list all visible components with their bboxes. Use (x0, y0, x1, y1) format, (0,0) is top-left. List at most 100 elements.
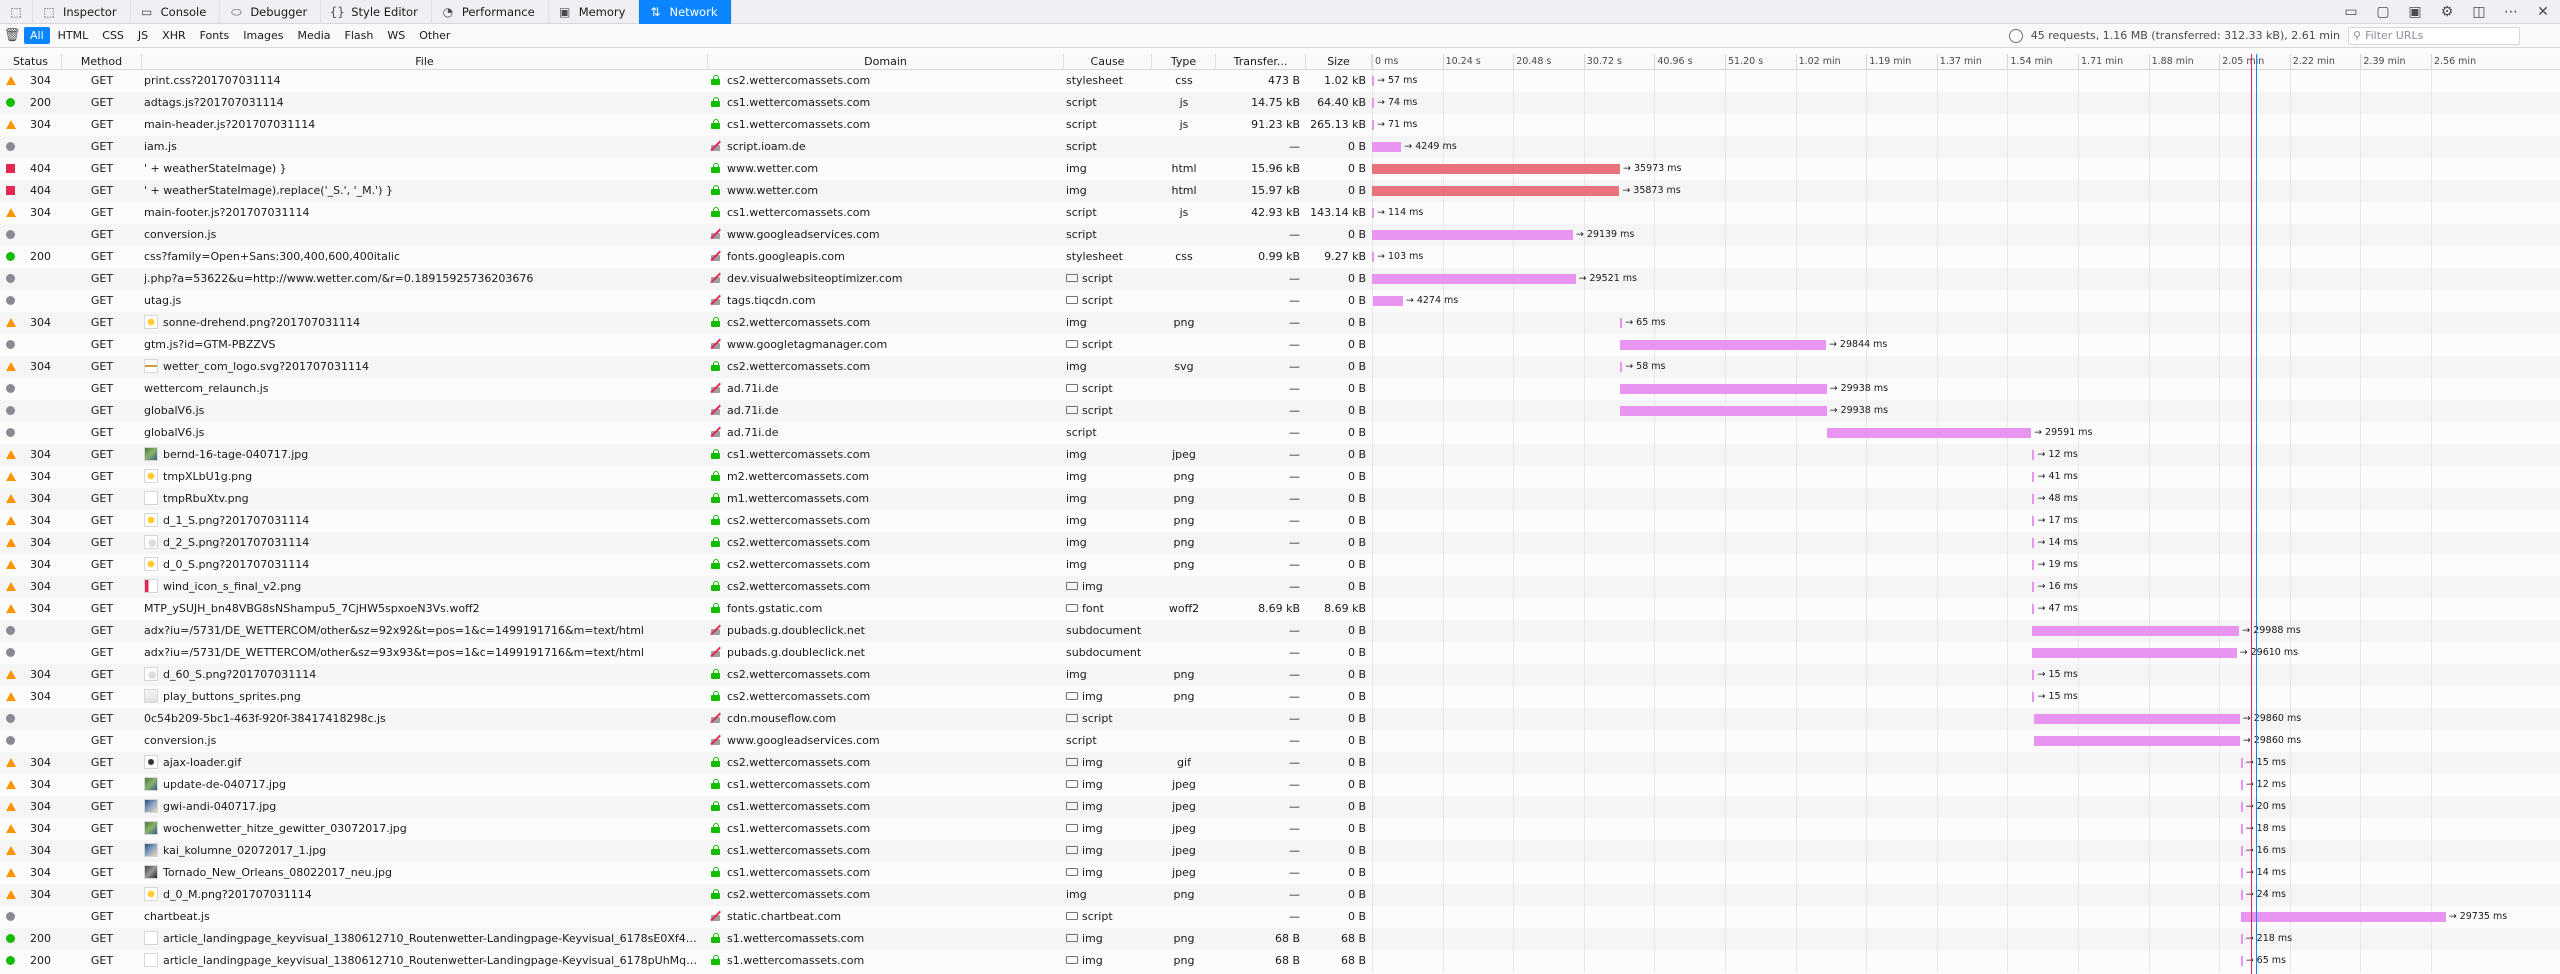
request-row[interactable]: GET gtm.js?id=GTM-PBZZVS www.googletagmana… (0, 334, 2560, 356)
tab-memory[interactable]: ▣ Memory (549, 0, 640, 24)
request-row[interactable]: GET adx?iu=/5731/DE_WETTERCOM/other&sz=93… (0, 642, 2560, 664)
waterfall-bar[interactable] (2032, 626, 2240, 636)
tab-network[interactable]: ⇅ Network (639, 0, 732, 24)
waterfall-bar[interactable] (2240, 780, 2243, 790)
filter-type-flash[interactable]: Flash (339, 27, 380, 44)
waterfall-bar[interactable] (2032, 670, 2035, 680)
request-row[interactable]: 304 GET print.css?201707031114 cs2.wetterco… (0, 70, 2560, 92)
filter-type-all[interactable]: All (24, 27, 50, 44)
clear-trash-icon[interactable]: 🗑 (0, 28, 24, 43)
waterfall-bar[interactable] (2032, 604, 2035, 614)
waterfall-bar[interactable] (1372, 164, 1621, 174)
more-options-icon[interactable]: ⋯ (2502, 4, 2520, 20)
filter-urls-input[interactable] (2365, 29, 2506, 42)
waterfall-bar[interactable] (2240, 758, 2243, 768)
col-size-header[interactable]: Size (1306, 54, 1372, 70)
request-row[interactable]: GET conversion.js www.googleadservices.com… (0, 224, 2560, 246)
waterfall-bar[interactable] (2240, 912, 2446, 922)
request-row[interactable]: GET 0c54b209-5bc1-463f-920f-38417418298c.… (0, 708, 2560, 730)
tab-style-editor[interactable]: {} Style Editor (321, 0, 432, 24)
request-row[interactable]: GET conversion.js www.googleadservices.com… (0, 730, 2560, 752)
tab-debugger[interactable]: ⬭ Debugger (220, 0, 322, 24)
request-row[interactable]: 304 GET MTP_ySUJH_bn48VBG8sNShampu5_7CjHW5… (0, 598, 2560, 620)
col-domain-header[interactable]: Domain (708, 54, 1064, 70)
waterfall-bar[interactable] (1372, 120, 1374, 130)
pick-element-button[interactable]: ⬚ (0, 0, 33, 24)
waterfall-bar[interactable] (1372, 274, 1576, 284)
col-method-header[interactable]: Method (62, 54, 142, 70)
request-row[interactable]: 304 GET sonne-drehend.png?201707031114 cs2.… (0, 312, 2560, 334)
filter-type-images[interactable]: Images (237, 27, 289, 44)
request-row[interactable]: 404 GET ' + weatherStateImage) } www.wetter… (0, 158, 2560, 180)
waterfall-bar[interactable] (2032, 494, 2035, 504)
request-row[interactable]: 304 GET d_1_S.png?201707031114 cs2.wetterco… (0, 510, 2560, 532)
filter-type-js[interactable]: JS (132, 27, 154, 44)
request-row[interactable]: 304 GET play_buttons_sprites.png cs2.wetter… (0, 686, 2560, 708)
waterfall-bar[interactable] (2240, 802, 2243, 812)
waterfall-bar[interactable] (2032, 516, 2035, 526)
waterfall-bar[interactable] (1620, 362, 1623, 372)
request-row[interactable]: 304 GET gwi-andi-040717.jpg cs1.wettercomas… (0, 796, 2560, 818)
waterfall-bar[interactable] (2032, 582, 2035, 592)
filter-type-media[interactable]: Media (291, 27, 336, 44)
waterfall-bar[interactable] (1372, 186, 1620, 196)
waterfall-bar[interactable] (1620, 406, 1827, 416)
waterfall-bar[interactable] (2032, 538, 2035, 548)
waterfall-bar[interactable] (1372, 142, 1402, 152)
dock-bottom-icon[interactable]: ▭ (2342, 4, 2360, 20)
waterfall-bar[interactable] (2240, 824, 2243, 834)
request-row[interactable]: 304 GET tmpXLbU1g.png m2.wettercomassets.co… (0, 466, 2560, 488)
request-row[interactable]: GET adx?iu=/5731/DE_WETTERCOM/other&sz=92… (0, 620, 2560, 642)
request-row[interactable]: 304 GET tmpRbuXtv.png m1.wettercomassets.co… (0, 488, 2560, 510)
waterfall-bar[interactable] (2033, 714, 2240, 724)
col-cause-header[interactable]: Cause (1064, 54, 1152, 70)
filter-type-fonts[interactable]: Fonts (194, 27, 236, 44)
request-row[interactable]: GET globalV6.js ad.71i.de script — 0 B → 29591… (0, 422, 2560, 444)
request-row[interactable]: 304 GET d_0_M.png?201707031114 cs2.wetterco… (0, 884, 2560, 906)
split-console-icon[interactable]: ◫ (2470, 4, 2488, 20)
request-row[interactable]: GET wettercom_relaunch.js ad.71i.de script —… (0, 378, 2560, 400)
col-file-header[interactable]: File (142, 54, 708, 70)
waterfall-bar[interactable] (1372, 98, 1374, 108)
tab-console[interactable]: ▭ Console (131, 0, 221, 24)
request-row[interactable]: GET j.php?a=53622&u=http://www.wetter.com… (0, 268, 2560, 290)
waterfall-bar[interactable] (1372, 230, 1573, 240)
request-row[interactable]: 304 GET wochenwetter_hitze_gewitter_030720… (0, 818, 2560, 840)
request-row[interactable]: 304 GET wetter_com_logo.svg?201707031114 cs… (0, 356, 2560, 378)
screenshot-icon[interactable]: ▣ (2406, 4, 2424, 20)
request-row[interactable]: 304 GET d_2_S.png?201707031114 cs2.wetterco… (0, 532, 2560, 554)
waterfall-bar[interactable] (1372, 252, 1374, 262)
request-row[interactable]: 200 GET article_landingpage_keyvisual_1380… (0, 928, 2560, 950)
waterfall-bar[interactable] (1827, 428, 2032, 438)
waterfall-bar[interactable] (2032, 648, 2237, 658)
responsive-icon[interactable]: ▢ (2374, 4, 2392, 20)
waterfall-bar[interactable] (2032, 560, 2035, 570)
close-icon[interactable]: ✕ (2534, 4, 2552, 20)
request-row[interactable]: 304 GET kai_kolumne_02072017_1.jpg cs1.wett… (0, 840, 2560, 862)
request-row[interactable]: 304 GET main-header.js?201707031114 cs1.wet… (0, 114, 2560, 136)
filter-type-other[interactable]: Other (413, 27, 456, 44)
filter-type-html[interactable]: HTML (52, 27, 95, 44)
col-status-header[interactable]: Status (0, 54, 62, 70)
tab-inspector[interactable]: ⬚ Inspector (33, 0, 131, 24)
filter-type-ws[interactable]: WS (381, 27, 411, 44)
waterfall-bar[interactable] (1620, 340, 1826, 350)
col-transferred-header[interactable]: Transfer... (1216, 54, 1306, 70)
request-row[interactable]: 200 GET article_landingpage_keyvisual_1380… (0, 950, 2560, 972)
waterfall-bar[interactable] (2032, 450, 2035, 460)
tab-performance[interactable]: ◔ Performance (432, 0, 549, 24)
request-row[interactable]: GET iam.js script.ioam.de script — 0 B → 4249 … (0, 136, 2560, 158)
col-type-header[interactable]: Type (1152, 54, 1216, 70)
settings-gear-icon[interactable]: ⚙ (2438, 4, 2456, 20)
request-row[interactable]: 304 GET main-footer.js?201707031114 cs1.wet… (0, 202, 2560, 224)
request-row[interactable]: 304 GET Tornado_New_Orleans_08022017_neu.j… (0, 862, 2560, 884)
waterfall-bar[interactable] (2240, 890, 2243, 900)
filter-type-xhr[interactable]: XHR (156, 27, 191, 44)
waterfall-bar[interactable] (2240, 934, 2243, 944)
waterfall-bar[interactable] (2240, 868, 2243, 878)
request-row[interactable]: 304 GET ajax-loader.gif cs2.wettercomassets… (0, 752, 2560, 774)
request-row[interactable]: 304 GET update-de-040717.jpg cs1.wettercoma… (0, 774, 2560, 796)
request-row[interactable]: GET utag.js tags.tiqcdn.com script — 0 B → 427… (0, 290, 2560, 312)
waterfall-bar[interactable] (2240, 956, 2243, 966)
request-row[interactable]: 200 GET adtags.js?201707031114 cs1.wetterco… (0, 92, 2560, 114)
